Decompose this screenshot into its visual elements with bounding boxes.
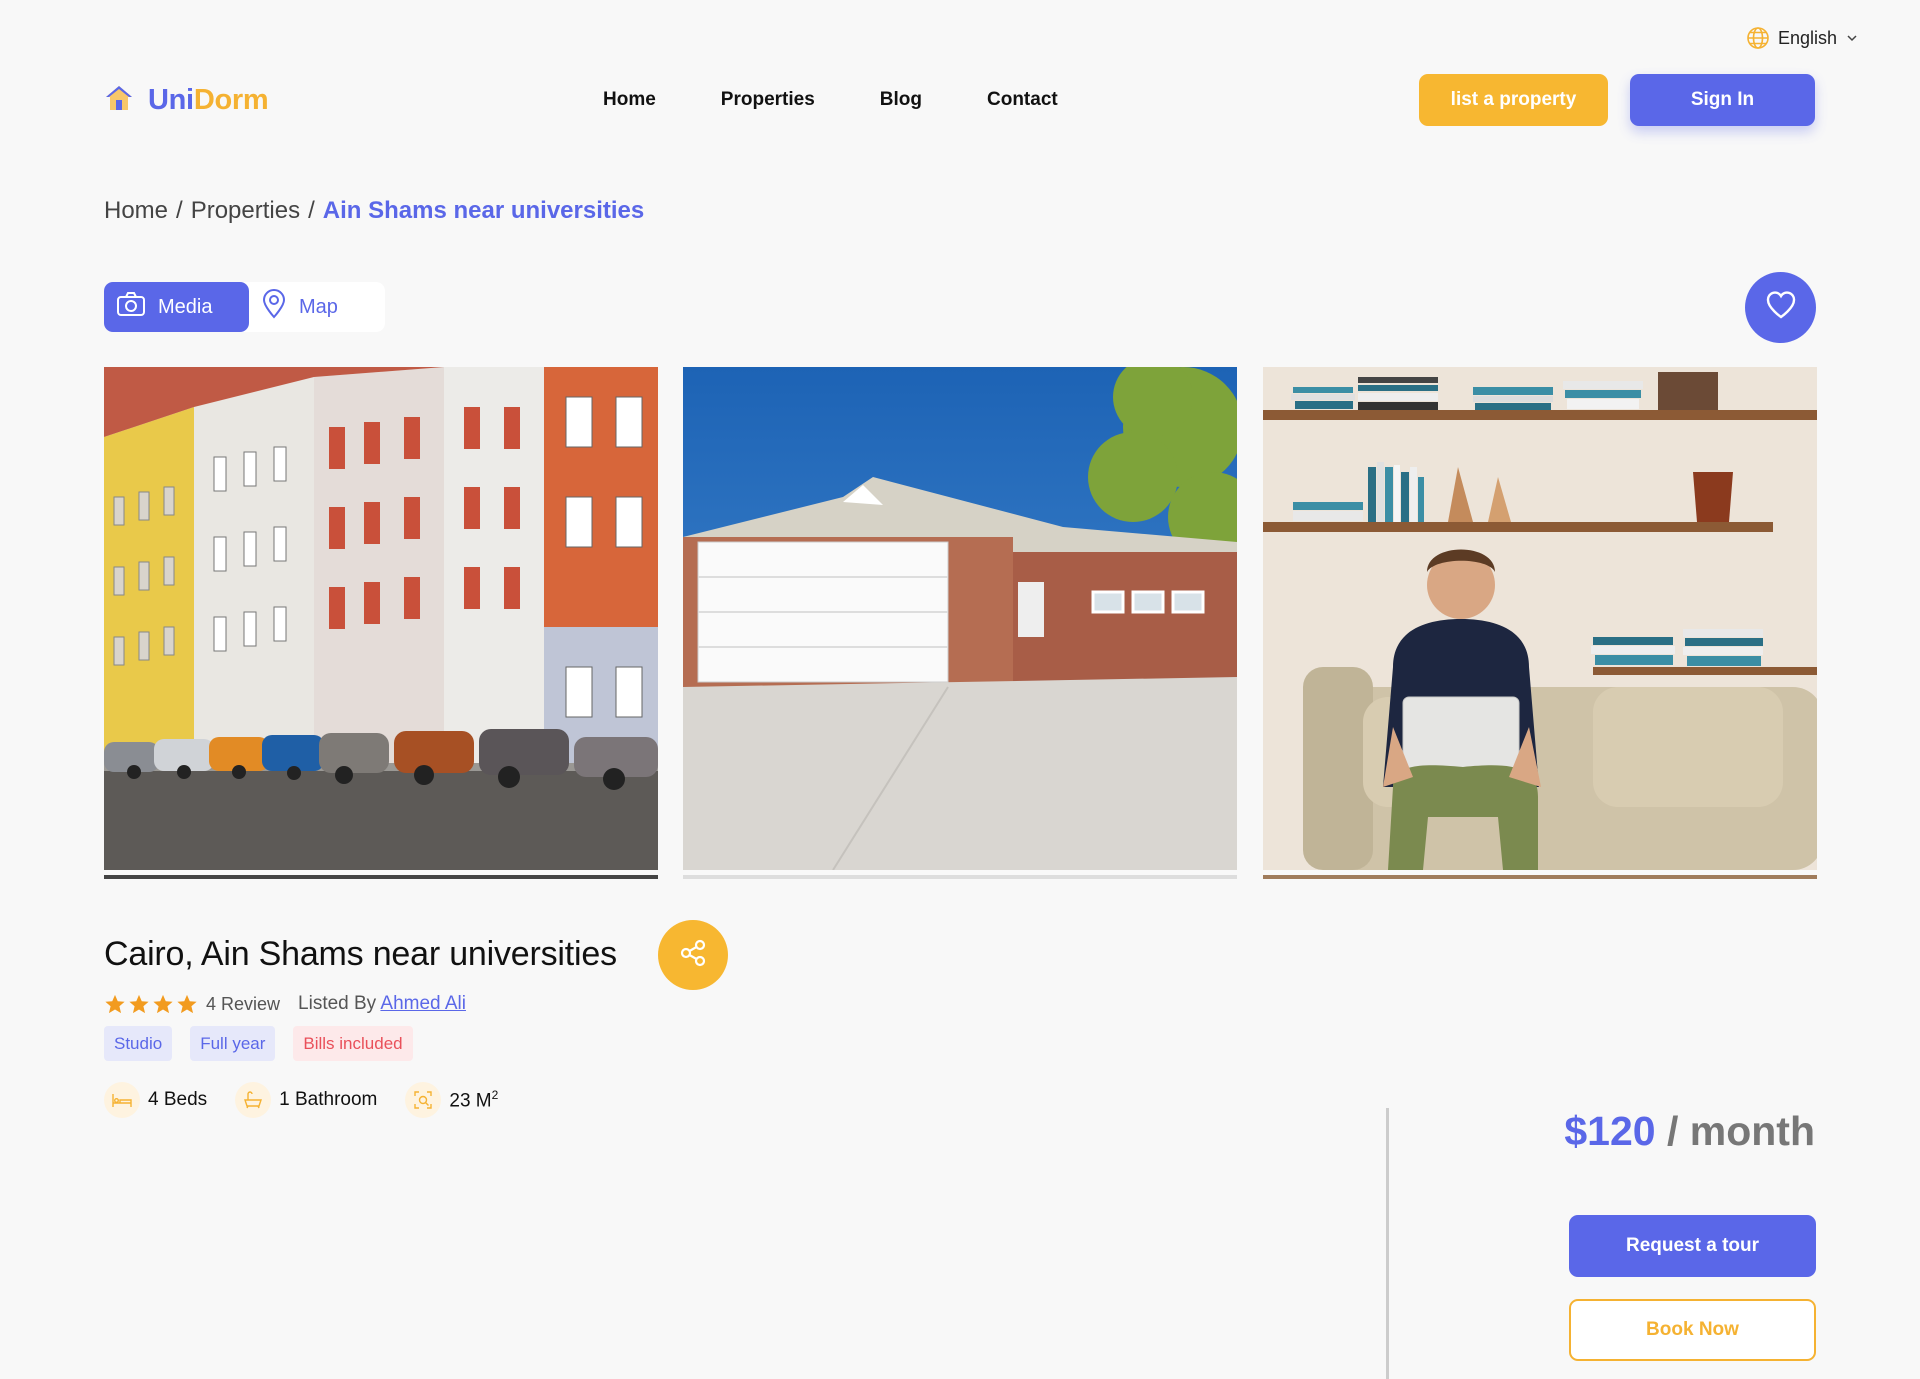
tab-map[interactable]: Map [249,282,385,332]
nav-contact[interactable]: Contact [987,89,1058,111]
star-icon [153,994,173,1014]
badge-bills-included: Bills included [293,1026,413,1061]
badge-full-year: Full year [190,1026,276,1061]
price-amount: $120 [1564,1108,1656,1154]
photo-buildings[interactable] [104,367,658,870]
request-tour-button[interactable]: Request a tour [1569,1215,1816,1277]
price: $120 / month [1564,1108,1815,1155]
nav-blog[interactable]: Blog [880,89,922,111]
review-count: 4 Review [206,993,281,1014]
listing-title: Cairo, Ain Shams near universities [104,935,617,973]
nav-home[interactable]: Home [603,89,656,111]
breadcrumb-home[interactable]: Home [104,197,168,225]
bed-icon [104,1082,140,1118]
brand-logo[interactable]: UniDorm [104,84,269,117]
star-rating [104,993,198,1015]
home-icon [104,84,134,117]
feature-bathroom: 1 Bathroom [235,1082,377,1118]
photo-interior[interactable] [1263,367,1817,870]
star-icon [105,994,125,1014]
breadcrumb-separator: / [176,197,183,224]
sign-in-button[interactable]: Sign In [1630,74,1815,126]
breadcrumb-separator: / [308,197,315,224]
bathtub-icon [235,1082,272,1118]
favorite-button[interactable] [1745,272,1816,343]
area-icon [405,1082,442,1118]
main-nav: Home Properties Blog Contact [603,89,1123,111]
brand-name: UniDorm [148,84,269,116]
globe-icon [1746,26,1770,50]
list-property-button[interactable]: list a property [1419,74,1608,126]
feature-area: 23 M2 [405,1082,498,1118]
language-selector[interactable]: English [1746,26,1859,50]
star-icon [129,994,149,1014]
rating-row: 4 Review Listed By Ahmed Ali [104,993,466,1015]
feature-beds: 4 Beds [104,1082,207,1118]
camera-icon [116,291,146,323]
badge-list: Studio Full year Bills included [104,1026,413,1061]
book-now-button[interactable]: Book Now [1569,1299,1816,1361]
photo-progress-bar [104,875,658,879]
sidebar-divider [1386,1108,1389,1379]
owner-link[interactable]: Ahmed Ali [380,993,466,1014]
listed-by: Listed By Ahmed Ali [298,993,466,1014]
nav-properties[interactable]: Properties [721,89,815,111]
map-pin-icon [261,289,287,325]
price-period: / month [1655,1108,1815,1154]
breadcrumb: Home / Properties / Ain Shams near unive… [104,197,644,225]
photo-house[interactable] [683,367,1237,870]
badge-studio: Studio [104,1026,173,1061]
breadcrumb-properties[interactable]: Properties [191,197,300,225]
feature-list: 4 Beds 1 Bathroom 23 M2 [104,1082,498,1118]
photo-progress-bar [1263,875,1817,879]
language-label: English [1778,27,1838,48]
view-toggle: Media Map [104,282,385,332]
star-icon [177,994,197,1014]
tab-media-label: Media [158,295,213,318]
tab-media[interactable]: Media [104,282,249,332]
heart-icon [1765,290,1797,325]
share-icon [678,938,708,973]
chevron-down-icon [1845,31,1859,45]
share-button[interactable] [658,920,728,990]
breadcrumb-current: Ain Shams near universities [322,197,645,224]
photo-progress-bar [683,875,1237,879]
tab-map-label: Map [299,295,338,318]
